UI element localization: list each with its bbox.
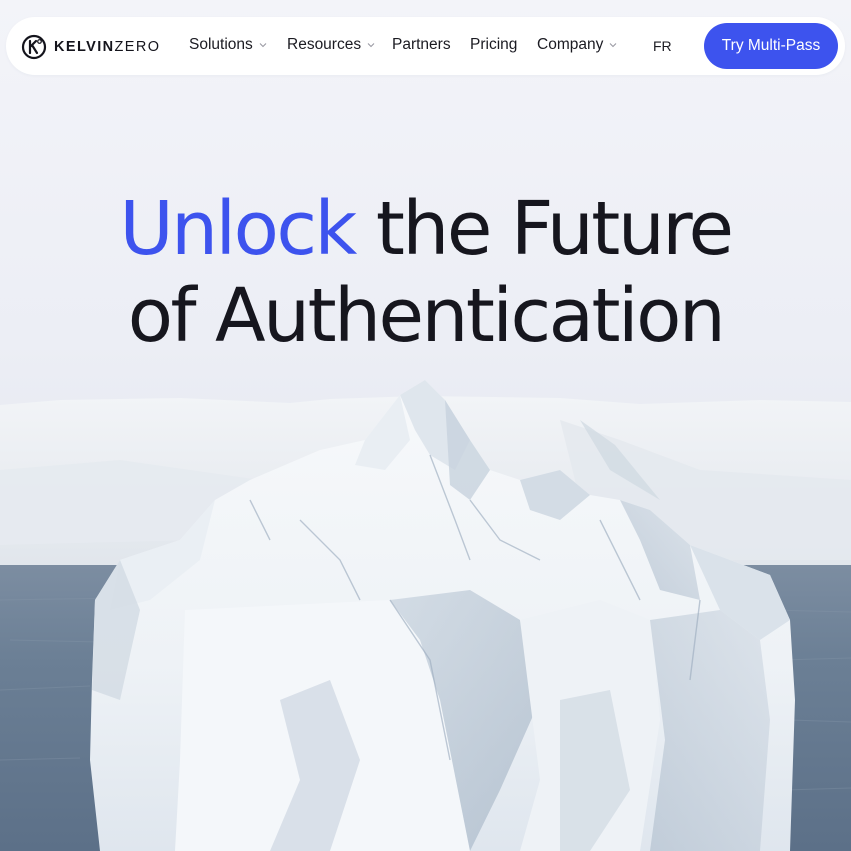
nav-item-label: Resources (287, 36, 362, 53)
nav-item-label: Partners (392, 36, 451, 53)
iceberg-hero-image (0, 380, 851, 851)
headline-line1-rest: the Future (375, 186, 734, 272)
chevron-down-icon (259, 43, 267, 48)
nav-item-label: Company (537, 36, 604, 53)
nav-item-label: Pricing (470, 36, 518, 53)
chevron-down-icon (367, 43, 375, 48)
page: KELVINZERO Solutions Resources Partners … (0, 0, 851, 851)
chevron-down-icon (609, 43, 617, 48)
nav-item-company[interactable]: Company (537, 36, 617, 54)
hero-headline: Unlock the Future of Authentication (0, 186, 851, 360)
nav-item-pricing[interactable]: Pricing (470, 36, 517, 54)
kelvinzero-logo-icon (21, 34, 47, 60)
nav-item-partners[interactable]: Partners (392, 36, 451, 54)
nav-item-resources[interactable]: Resources (287, 36, 375, 54)
headline-accent-word: Unlock (119, 186, 357, 272)
try-multi-pass-button[interactable]: Try Multi-Pass (704, 23, 838, 69)
nav-item-solutions[interactable]: Solutions (189, 36, 267, 54)
headline-line2: of Authentication (127, 273, 726, 359)
top-navbar: KELVINZERO Solutions Resources Partners … (6, 17, 845, 75)
language-switch[interactable]: FR (653, 38, 672, 54)
nav-item-label: Solutions (189, 36, 253, 53)
brand-wordmark: KELVINZERO (54, 39, 161, 55)
brand-logo[interactable]: KELVINZERO (21, 34, 160, 60)
